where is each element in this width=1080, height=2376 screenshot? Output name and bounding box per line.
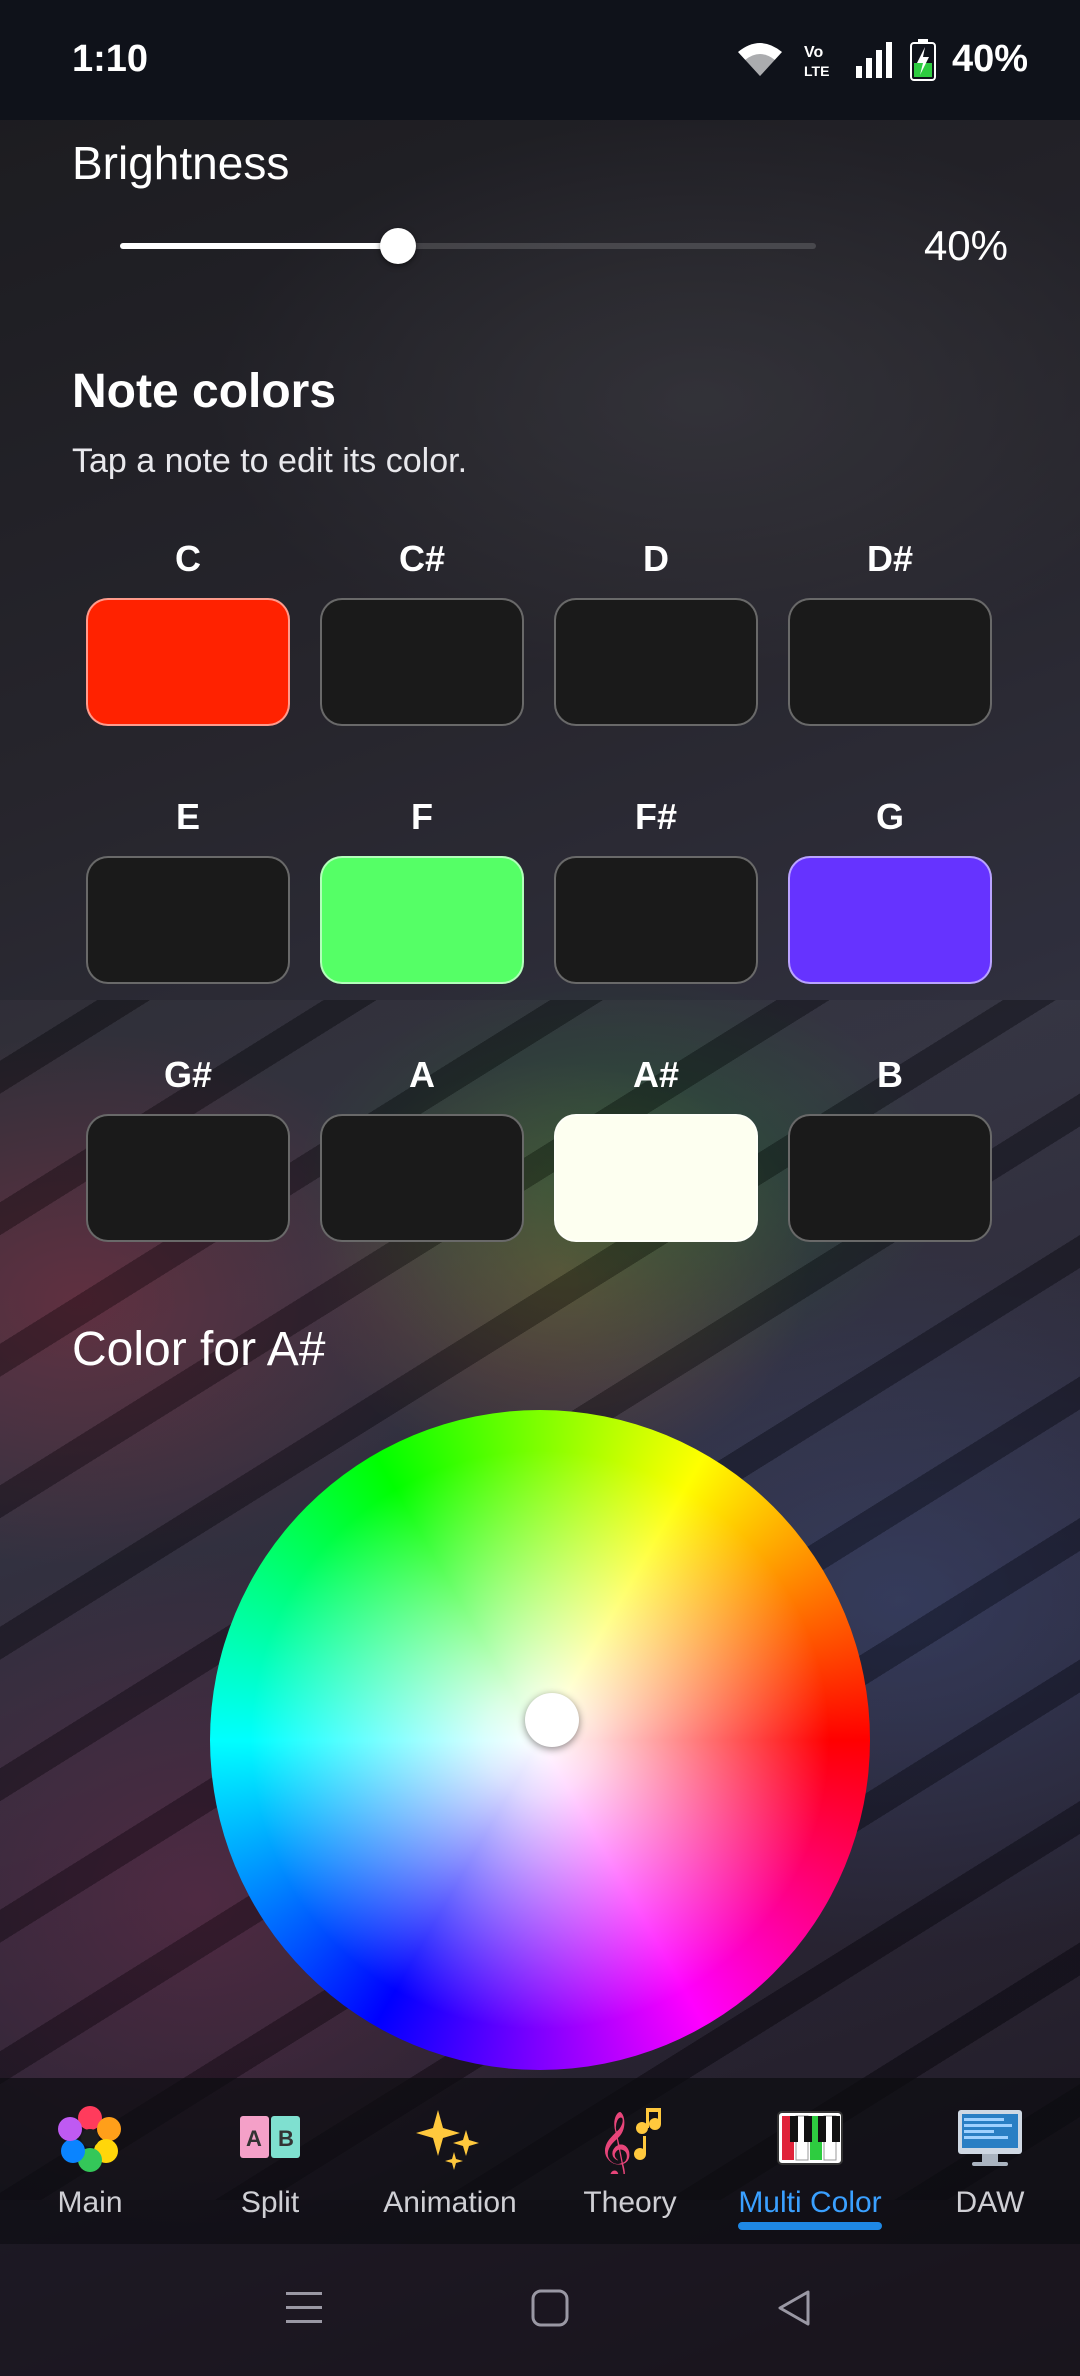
svg-text:A: A [246, 2126, 262, 2151]
nav-item-main[interactable]: Main [0, 2078, 180, 2244]
note-swatch-g[interactable] [788, 856, 992, 984]
svg-text:LTE: LTE [804, 63, 829, 79]
note-label: D [643, 538, 669, 579]
note-label: G# [163, 1054, 213, 1095]
slider-fill [120, 243, 398, 249]
note-swatch-c-sharp[interactable] [320, 598, 524, 726]
back-icon[interactable] [774, 2286, 814, 2330]
nav-item-split[interactable]: A B Split [180, 2078, 360, 2244]
color-for-title: Color for A# [72, 1323, 326, 1376]
svg-text:𝄞: 𝄞 [598, 2110, 632, 2174]
screen: 1:10 Vo LTE 40% Brightness 40% Note colo… [0, 0, 1080, 2376]
piano-keys-icon [777, 2111, 843, 2165]
note-label: C# [398, 538, 446, 579]
color-wheel[interactable] [210, 1410, 870, 2070]
bottom-nav: Main A B Split Animation 𝄞 Theory Multi … [0, 2078, 1080, 2244]
note-swatch-d-sharp[interactable] [788, 598, 992, 726]
note-swatch-f[interactable] [320, 856, 524, 984]
note-label: B [877, 1054, 903, 1095]
note-swatch-f-sharp[interactable] [554, 856, 758, 984]
brightness-slider[interactable] [120, 226, 816, 266]
note-colors-title: Note colors [72, 365, 337, 418]
nav-item-multi-color[interactable]: Multi Color [720, 2078, 900, 2244]
note-swatch-e[interactable] [86, 856, 290, 984]
svg-text:Vo: Vo [804, 44, 823, 61]
note-label: F [411, 796, 433, 837]
note-cell-f-sharp: F# [552, 792, 760, 1050]
nav-label-theory: Theory [583, 2186, 677, 2219]
nav-item-daw[interactable]: DAW [900, 2078, 1080, 2244]
note-cell-a: A [318, 1050, 526, 1308]
note-label: A# [632, 1054, 680, 1095]
status-time: 1:10 [72, 38, 149, 80]
note-cell-c: C [84, 534, 292, 792]
nav-label-main: Main [57, 2186, 123, 2219]
note-swatch-a-sharp[interactable] [554, 1114, 758, 1242]
note-cell-c-sharp: C# [318, 534, 526, 792]
monitor-icon [958, 2110, 1022, 2166]
note-label: D# [866, 538, 914, 579]
note-cell-b: B [786, 1050, 994, 1308]
slider-thumb[interactable] [380, 228, 416, 264]
signal-icon [855, 41, 892, 78]
nav-label-split: Split [240, 2186, 300, 2219]
note-swatch-d[interactable] [554, 598, 758, 726]
color-wheel-thumb[interactable] [525, 1693, 579, 1747]
battery-percent: 40% [951, 38, 1028, 80]
battery-charging-icon [909, 38, 936, 81]
note-label: E [175, 796, 200, 837]
note-cell-f: F [318, 792, 526, 1050]
note-cell-d: D [552, 534, 760, 792]
nav-label-multi-color: Multi Color [738, 2186, 882, 2219]
note-cell-a-sharp: A# [552, 1050, 760, 1308]
wifi-icon [737, 42, 782, 76]
note-cell-g: G [786, 792, 994, 1050]
volte-icon: Vo LTE [804, 44, 829, 79]
nav-label-daw: DAW [955, 2186, 1025, 2219]
status-bar: 1:10 Vo LTE 40% [0, 0, 1080, 120]
nav-item-animation[interactable]: Animation [360, 2078, 540, 2244]
treble-clef-icon: 𝄞 [598, 2108, 661, 2174]
home-icon[interactable] [530, 2286, 570, 2330]
brightness-value: 40% [923, 222, 1008, 269]
svg-text:B: B [278, 2126, 294, 2151]
nav-label-animation: Animation [383, 2186, 517, 2219]
nav-item-theory[interactable]: 𝄞 Theory [540, 2078, 720, 2244]
sparkles-icon [416, 2110, 479, 2170]
flower-icon [58, 2106, 121, 2172]
note-label: A [409, 1054, 435, 1095]
menu-icon[interactable] [284, 2286, 324, 2330]
note-swatch-a[interactable] [320, 1114, 524, 1242]
note-cell-e: E [84, 792, 292, 1050]
note-grid: C C# D D# E F F# G G# A A# B [84, 534, 996, 1308]
brightness-title: Brightness [72, 137, 290, 189]
note-swatch-c[interactable] [86, 598, 290, 726]
system-nav-bar [0, 2244, 1080, 2376]
note-label: F# [634, 796, 677, 837]
note-colors-subtitle: Tap a note to edit its color. [72, 442, 468, 480]
note-label: C [175, 538, 201, 579]
split-ab-icon: A B [240, 2116, 300, 2158]
status-icons: Vo LTE 40% [734, 38, 1028, 81]
note-label: G [875, 796, 904, 837]
note-swatch-g-sharp[interactable] [86, 1114, 290, 1242]
note-swatch-b[interactable] [788, 1114, 992, 1242]
note-cell-d-sharp: D# [786, 534, 994, 792]
note-cell-g-sharp: G# [84, 1050, 292, 1308]
active-tab-indicator [738, 2222, 882, 2230]
